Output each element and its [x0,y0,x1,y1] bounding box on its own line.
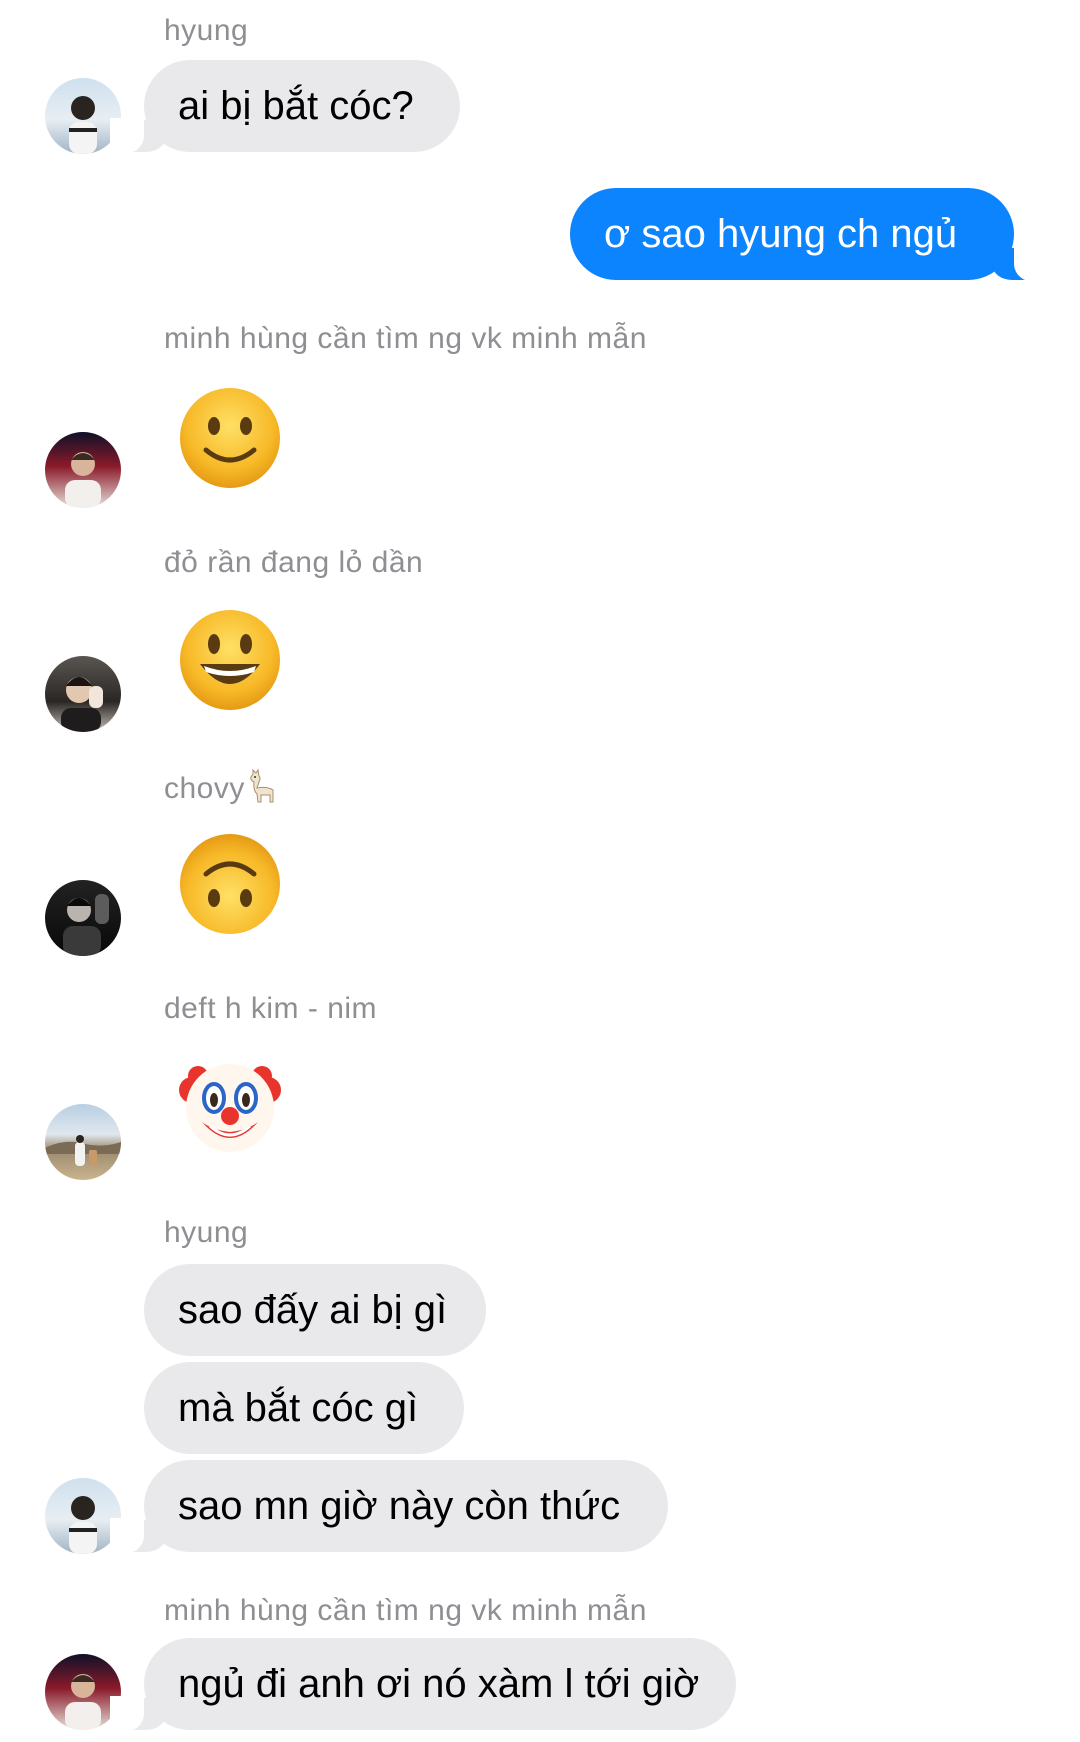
sender-name: đỏ rần đang lỏ dần [164,546,424,579]
clown-face-emoji[interactable] [178,1054,282,1158]
outgoing-message-bubble[interactable]: ơ sao hyung ch ngủ [570,188,1048,282]
message-bubble[interactable]: sao mn giờ này còn thức [110,1460,668,1554]
message-text: ai bị bắt cóc? [178,83,414,128]
message-text: ơ sao hyung ch ngủ [604,211,958,256]
sender-name: hyung [164,1216,249,1249]
avatar[interactable] [45,880,121,956]
avatar[interactable] [45,1104,121,1180]
sender-label: chovy [164,771,245,805]
message-bubble[interactable]: mà bắt cóc gì [144,1362,464,1454]
sender-name: hyung [164,14,249,47]
message-bubble[interactable]: sao đấy ai bị gì [144,1264,486,1356]
sender-name: minh hùng cần tìm ng vk minh mẫn [164,322,647,355]
message-bubble[interactable]: ai bị bắt cóc? [110,60,460,154]
message-text: mà bắt cóc gì [178,1385,419,1430]
sender-name: deft h kim - nim [164,992,378,1025]
avatar[interactable] [45,432,121,508]
upside-down-face-emoji[interactable] [178,832,282,936]
message-text: sao mn giờ này còn thức [178,1483,621,1528]
slightly-smiling-face-emoji[interactable] [178,386,282,490]
message-text: sao đấy ai bị gì [178,1287,448,1332]
message-bubble[interactable]: ngủ đi anh ơi nó xàm l tới giờ [110,1638,736,1732]
message-text: ngủ đi anh ơi nó xàm l tới giờ [178,1661,700,1706]
sender-name: minh hùng cần tìm ng vk minh mẫn [164,1594,647,1627]
avatar[interactable] [45,656,121,732]
grinning-face-emoji[interactable] [178,608,282,712]
sender-name: chovy [164,768,279,812]
llama-icon [247,768,279,812]
